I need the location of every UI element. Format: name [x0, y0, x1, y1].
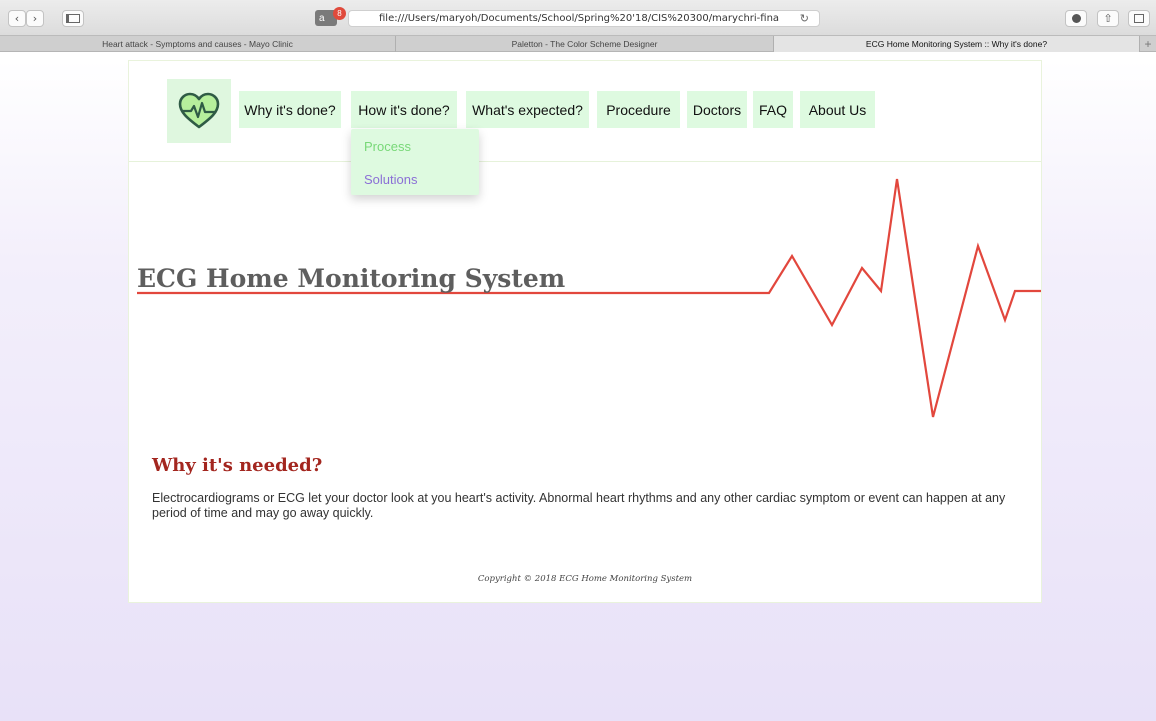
section-body: Electrocardiograms or ECG let your docto… [152, 491, 1006, 520]
nav-about-us[interactable]: About Us [800, 91, 875, 128]
share-icon: ⇧ [1103, 12, 1113, 25]
share-button[interactable]: ⇧ [1097, 10, 1119, 27]
hero-title: ECG Home Monitoring System [137, 264, 566, 293]
nav-label: Why it's done? [244, 101, 336, 118]
nav-label: What's expected? [472, 101, 583, 118]
forward-button[interactable]: › [26, 10, 44, 27]
browser-toolbar: ‹ › a 8 file:///Users/maryoh/Documents/S… [0, 0, 1156, 35]
new-tab-button[interactable]: + [1140, 36, 1156, 52]
page-container: Why it's done? How it's done? What's exp… [128, 60, 1042, 603]
how-its-done-dropdown: Process Solutions [351, 129, 479, 195]
tabs-overview-button[interactable] [1128, 10, 1150, 27]
ecg-line [137, 178, 1041, 418]
nav-label: FAQ [758, 101, 787, 118]
nav-procedure[interactable]: Procedure [597, 91, 680, 128]
tab-label: Paletton - The Color Scheme Designer [511, 39, 658, 49]
section-title: Why it's needed? [152, 455, 323, 476]
nav-label: How it's done? [358, 101, 450, 118]
tab-label: ECG Home Monitoring System :: Why it's d… [865, 39, 1048, 49]
url-text: file:///Users/maryoh/Documents/School/Sp… [379, 13, 779, 24]
heart-ecg-icon [178, 92, 220, 129]
nav-label: Doctors [692, 101, 742, 118]
nav-whats-expected[interactable]: What's expected? [466, 91, 589, 128]
tab-ecg-why[interactable]: ECG Home Monitoring System :: Why it's d… [774, 36, 1140, 52]
tab-label: Heart attack - Symptoms and causes - May… [102, 39, 293, 49]
nav-label: About Us [808, 101, 867, 118]
downloads-button[interactable] [1065, 10, 1087, 27]
back-button[interactable]: ‹ [8, 10, 26, 27]
sidebar-icon [66, 14, 80, 23]
adblock-badge: 8 [333, 7, 346, 20]
dropdown-item-process[interactable]: Process [364, 139, 411, 154]
nav-faq[interactable]: FAQ [753, 91, 793, 128]
site-header: Why it's done? How it's done? What's exp… [129, 61, 1041, 162]
address-bar[interactable]: file:///Users/maryoh/Documents/School/Sp… [348, 10, 820, 27]
heart-logo[interactable] [167, 79, 231, 143]
nav-why-its-done[interactable]: Why it's done? [239, 91, 341, 128]
tab-strip: Heart attack - Symptoms and causes - May… [0, 35, 1156, 52]
nav-how-its-done[interactable]: How it's done? [351, 91, 457, 128]
dropdown-item-solutions[interactable]: Solutions [364, 172, 417, 187]
tab-paletton[interactable]: Paletton - The Color Scheme Designer [396, 36, 774, 52]
nav-label: Procedure [606, 101, 671, 118]
download-icon [1071, 14, 1081, 23]
nav-doctors[interactable]: Doctors [687, 91, 747, 128]
reload-icon[interactable]: ↻ [800, 12, 809, 25]
tabs-icon [1134, 14, 1144, 23]
tab-mayo-clinic[interactable]: Heart attack - Symptoms and causes - May… [0, 36, 396, 52]
copyright-text: Copyright © 2018 ECG Home Monitoring Sys… [477, 574, 693, 584]
sidebar-toggle-button[interactable] [62, 10, 84, 27]
